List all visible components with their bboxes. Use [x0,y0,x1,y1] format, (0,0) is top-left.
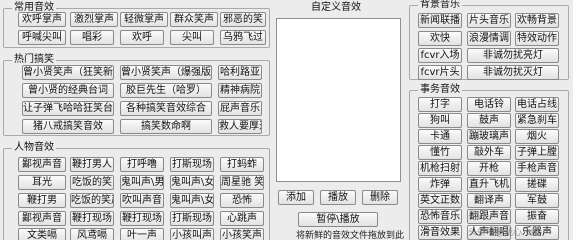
drop-hint-text: 将新鲜的音效文件拖放到此 [296,231,405,240]
sound-button-zeng-laugh-new[interactable]: 曾小贤笑声（狂笑新） [22,65,114,80]
delete-button[interactable]: 删除 [362,190,398,205]
sound-button-people-1[interactable]: 鄙视声音 [18,157,66,172]
sound-button-light-applause[interactable]: 轻微掌声 [120,12,168,27]
sound-button-people-17[interactable]: 鞭打现场 [70,211,114,226]
sound-button-evil-laugh[interactable]: 邪恶的笑 [220,12,266,27]
custom-sounds-title: 自定义音效 [311,2,361,13]
event-button-9[interactable]: 烟火 [515,129,559,144]
event-button-23[interactable]: 翻跟声音 [467,209,511,224]
sound-button-cheer-applause[interactable]: 欢呼掌声 [18,12,66,27]
event-button-1[interactable]: 打字 [418,97,462,112]
bg-button-cheerful[interactable]: 欢快 [418,31,462,46]
sound-button-people-14[interactable]: 鬼叫声\女 [170,193,214,208]
event-button-5[interactable]: 鼓声 [467,113,511,128]
event-button-15[interactable]: 手枪声音 [515,161,559,176]
sound-button-people-12[interactable]: 吃饭的笑声 [70,193,114,208]
bg-button-lights-off[interactable]: 非诚勿扰灭灯 [467,65,559,80]
sound-button-crowd-laugh[interactable]: 群众笑声 [170,12,218,27]
sound-button-zeng-lines[interactable]: 曾小贤的经典台词 [22,83,114,98]
pause-play-button[interactable]: 暂停\播放 [298,212,378,227]
sound-button-people-23[interactable]: 叶一声 [120,228,164,240]
sound-button-zeng-laugh-strong[interactable]: 曾小贤笑声（爆强版） [120,65,212,80]
sound-button-bullet-laugh[interactable]: 让子弹飞哈哈狂笑台词 [22,101,114,116]
sound-button-people-5[interactable]: 打蚂蚱 [220,157,264,172]
event-button-2[interactable]: 电话铃 [467,97,511,112]
sound-button-funny-mix[interactable]: 各种搞笑音效综合 [120,101,212,116]
sound-button-people-19[interactable]: 打斯现场 [170,211,214,226]
sound-button-people-21[interactable]: 文类嗝 [18,228,66,240]
bg-button-opening[interactable]: 片头音乐 [467,13,511,28]
group-title-background: 背景音乐 [418,0,462,11]
event-button-24[interactable]: 振奋 [515,209,559,224]
sound-button-cheer[interactable]: 欢呼 [120,30,164,45]
sound-button-intense-applause[interactable]: 激烈掌声 [70,12,118,27]
event-button-8[interactable]: 蹦玻璃声 [467,129,511,144]
event-button-16[interactable]: 炸弹 [418,177,462,192]
sound-button-people-20[interactable]: 心跳声 [220,211,264,226]
sound-button-people-16[interactable]: 鄙视声音 [18,211,66,226]
bg-button-action[interactable]: 特效动作 [515,31,559,46]
event-button-19[interactable]: 英文正数 [418,193,462,208]
sound-button-hallelujah[interactable]: 哈利路亚 [218,65,262,80]
sound-button-people-11[interactable]: 鞭打男 [18,193,66,208]
event-button-22[interactable]: 恐怖音乐 [418,209,462,224]
event-button-25[interactable]: 滑音效果 [418,225,462,240]
sound-button-crow[interactable]: 乌鸦飞过 [220,30,266,45]
event-button-11[interactable]: 敲外车 [467,145,511,160]
sound-button-hello[interactable]: 胶巨先生（哈罗） [120,83,212,98]
sound-button-people-7[interactable]: 吃饭的笑 [70,175,114,190]
bg-button-fcvr-opening[interactable]: fcvr片头 [418,65,462,80]
sound-button-people-13[interactable]: 吹叫声音 [120,193,164,208]
sound-button-people-6[interactable]: 耳光 [18,175,66,190]
sound-button-asylum[interactable]: 精神病院 [218,83,262,98]
event-button-7[interactable]: 卡通 [418,129,462,144]
sound-button-shriek[interactable]: 尖叫 [170,30,214,45]
event-button-18[interactable]: 搓碟 [515,177,559,192]
sound-button-people-22[interactable]: 风鸢嗝 [70,228,114,240]
bg-button-lights-on[interactable]: 非诚勿扰亮灯 [467,48,559,63]
sound-button-people-25[interactable]: 小孩笑声 [220,228,264,240]
event-button-12[interactable]: 子弹上膛 [515,145,559,160]
sound-button-fart-music[interactable]: 屁声音乐 [218,101,262,116]
sound-button-people-15[interactable]: 恐怖 [220,193,264,208]
sound-button-save-me[interactable]: 搞笑数命啊 [120,119,212,134]
event-button-6[interactable]: 紧急刹车 [515,113,559,128]
sound-button-people-24[interactable]: 小孩叫声 [170,228,214,240]
custom-sounds-list[interactable] [276,18,401,182]
bg-button-fcvr-entry[interactable]: fcvr入场 [418,48,462,63]
sound-button-people-3[interactable]: 打呼噜 [120,157,164,172]
group-title-people: 人物音效 [12,142,56,154]
event-button-21[interactable]: 军鼓 [515,193,559,208]
event-button-20[interactable]: 翻译声 [467,193,511,208]
sound-button-people-10[interactable]: 周星驰 笑 [220,175,264,190]
event-button-13[interactable]: 机枪扫射 [418,161,462,176]
sound-button-people-9[interactable]: 鬼叫声\女 [170,175,214,190]
sound-button-scream[interactable]: 呼喊尖叫 [18,30,66,45]
watermark-text: 头条号@我心飞翔 [468,228,541,238]
bg-button-joyful-bg[interactable]: 欢畅背景 [515,13,559,28]
add-button[interactable]: 添加 [278,190,314,205]
sound-button-be-kind[interactable]: 救人要厚道 [218,119,262,134]
sound-button-people-2[interactable]: 鞭打男人 [70,157,114,172]
sound-button-people-18[interactable]: 鞭打现场 [120,211,164,226]
bg-button-news[interactable]: 新闻联播 [418,13,462,28]
sound-button-bravo[interactable]: 唱彩 [70,30,114,45]
event-button-14[interactable]: 开枪 [467,161,511,176]
sound-button-bajie[interactable]: 猪八戒搞笑音效 [22,119,114,134]
sound-button-people-8[interactable]: 鬼叫声\男 [120,175,164,190]
event-button-17[interactable]: 直升飞机 [467,177,511,192]
bg-button-romance[interactable]: 浪漫情调 [467,31,511,46]
event-button-10[interactable]: 懂竹 [418,145,462,160]
group-title-event: 事务音效 [418,84,462,96]
play-button[interactable]: 播放 [320,190,356,205]
event-button-3[interactable]: 电话占线 [515,97,559,112]
event-button-4[interactable]: 狗叫 [418,113,462,128]
sound-button-people-4[interactable]: 打斯现场 [170,157,214,172]
